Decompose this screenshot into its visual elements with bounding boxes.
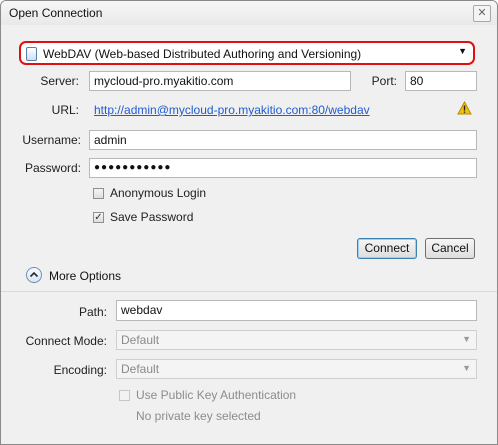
encoding-label: Encoding: xyxy=(53,363,107,377)
open-connection-dialog: Open Connection ✕ WebDAV (Web-based Dist… xyxy=(0,0,498,445)
path-label: Path: xyxy=(78,305,107,319)
port-label: Port: xyxy=(371,74,397,88)
public-key-auth-checkbox xyxy=(119,390,130,401)
chevron-down-icon: ▼ xyxy=(462,334,471,344)
anonymous-login-checkbox[interactable] xyxy=(93,188,104,199)
protocol-dropdown[interactable]: WebDAV (Web-based Distributed Authoring … xyxy=(19,41,475,65)
connect-mode-select: Default ▼ xyxy=(116,330,477,350)
username-field[interactable]: admin xyxy=(89,130,477,150)
path-field[interactable]: webdav xyxy=(116,300,477,321)
url-link[interactable]: http://admin@mycloud-pro.myakitio.com:80… xyxy=(94,103,370,117)
chevron-down-icon: ▼ xyxy=(462,363,471,373)
connect-button[interactable]: Connect xyxy=(357,238,417,259)
cancel-button[interactable]: Cancel xyxy=(425,238,475,259)
more-options-label[interactable]: More Options xyxy=(49,269,121,283)
url-label: URL: xyxy=(51,103,79,117)
encoding-value: Default xyxy=(121,362,160,376)
chevron-down-icon: ▼ xyxy=(458,46,467,56)
encoding-select: Default ▼ xyxy=(116,359,477,379)
title-bar[interactable]: Open Connection ✕ xyxy=(1,1,497,25)
port-field[interactable]: 80 xyxy=(405,71,477,91)
private-key-status: No private key selected xyxy=(136,409,261,423)
password-label: Password: xyxy=(24,161,81,175)
window-title: Open Connection xyxy=(9,6,103,20)
save-password-checkbox[interactable]: ✓ xyxy=(93,212,104,223)
warning-icon[interactable] xyxy=(457,101,472,115)
connect-mode-label: Connect Mode: xyxy=(25,334,107,348)
public-key-auth-label: Use Public Key Authentication xyxy=(136,388,297,402)
protocol-selected: WebDAV (Web-based Distributed Authoring … xyxy=(43,47,362,61)
collapse-options-icon[interactable] xyxy=(26,267,42,283)
anonymous-login-label[interactable]: Anonymous Login xyxy=(110,186,206,200)
connect-mode-value: Default xyxy=(121,333,160,347)
password-field[interactable]: ●●●●●●●●●●● xyxy=(89,158,477,178)
close-button[interactable]: ✕ xyxy=(473,5,491,22)
username-label: Username: xyxy=(22,133,81,147)
save-password-label[interactable]: Save Password xyxy=(110,210,193,224)
server-label: Server: xyxy=(40,74,79,88)
webdav-drive-icon xyxy=(26,47,37,61)
server-field[interactable]: mycloud-pro.myakitio.com xyxy=(89,71,351,91)
section-divider xyxy=(1,291,497,292)
